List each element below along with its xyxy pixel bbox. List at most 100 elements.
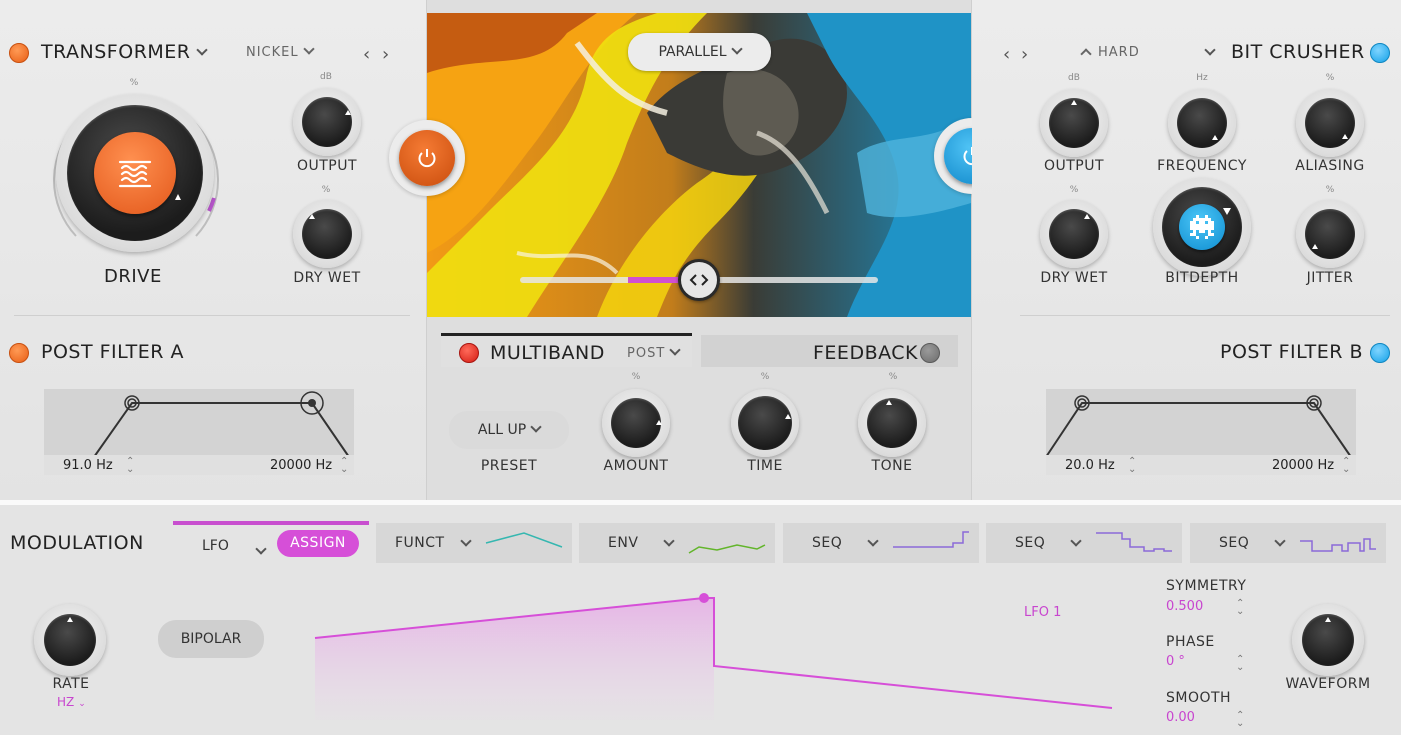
- tab-seq-2[interactable]: SEQ: [986, 523, 1182, 563]
- phase-label: PHASE: [1166, 634, 1215, 650]
- seq-preview-icon: [1096, 532, 1172, 552]
- preset-label: PRESET: [480, 458, 538, 474]
- transformer-preset-dropdown[interactable]: NICKEL: [246, 43, 315, 60]
- lfo-breakpoint-handle[interactable]: [699, 593, 709, 603]
- bitcrusher-next-arrow[interactable]: ›: [1021, 44, 1028, 65]
- multiband-led[interactable]: [459, 343, 479, 363]
- post-filter-a-low-freq[interactable]: 91.0 Hz: [63, 458, 113, 473]
- routing-dropdown[interactable]: PARALLEL: [628, 33, 771, 71]
- transformer-prev-arrow[interactable]: ‹: [363, 44, 370, 65]
- tab-seq-3-label: SEQ: [1219, 535, 1250, 551]
- bitcrusher-output-knob[interactable]: [1040, 89, 1108, 157]
- jitter-knob[interactable]: [1296, 200, 1364, 268]
- bitdepth-knob[interactable]: [1153, 178, 1251, 276]
- chevron-down-icon: ⌄: [78, 699, 86, 709]
- chevron-down-icon: [460, 535, 472, 547]
- post-filter-b-led[interactable]: [1370, 343, 1390, 363]
- lfo-name: LFO 1: [1024, 605, 1062, 620]
- aliasing-unit: %: [1325, 73, 1335, 83]
- post-filter-a-high-stepper[interactable]: ⌃ ⌄: [340, 457, 348, 475]
- post-filter-a-low-stepper[interactable]: ⌃ ⌄: [126, 457, 134, 475]
- bitcrusher-type-dropdown[interactable]: [1200, 42, 1216, 61]
- power-icon: [418, 149, 436, 168]
- left-power-button[interactable]: [399, 130, 455, 186]
- transformer-output-knob[interactable]: [293, 88, 361, 156]
- symmetry-value[interactable]: 0.500: [1166, 599, 1203, 614]
- post-filter-a-led[interactable]: [9, 343, 29, 363]
- symmetry-stepper[interactable]: ⌃ ⌄: [1236, 599, 1244, 617]
- waveform-knob[interactable]: [1292, 604, 1364, 676]
- output-unit: dB: [320, 72, 332, 82]
- crossfade-slider-handle[interactable]: [678, 259, 720, 301]
- transformer-next-arrow[interactable]: ›: [382, 44, 389, 65]
- tab-lfo-label: LFO: [202, 538, 229, 554]
- feedback-led[interactable]: [920, 343, 940, 363]
- chevron-up-icon: [1080, 48, 1092, 60]
- multiband-title: MULTIBAND: [490, 342, 605, 364]
- post-filter-a-high-freq[interactable]: 20000 Hz: [270, 458, 332, 473]
- smooth-stepper[interactable]: ⌃ ⌄: [1236, 711, 1244, 729]
- assign-button[interactable]: ASSIGN: [277, 530, 359, 557]
- transformer-coil-icon: [118, 160, 152, 188]
- phase-stepper[interactable]: ⌃ ⌄: [1236, 655, 1244, 673]
- chevron-down-icon: [669, 344, 681, 356]
- phase-value[interactable]: 0 °: [1166, 654, 1185, 669]
- chevron-down-icon: [730, 43, 743, 55]
- multiband-position-dropdown[interactable]: POST: [627, 344, 681, 361]
- transformer-drywet-knob[interactable]: [293, 200, 361, 268]
- rate-unit-dropdown[interactable]: HZ ⌄: [57, 695, 86, 709]
- transformer-type-dropdown[interactable]: [192, 42, 208, 61]
- bipolar-button[interactable]: BIPOLAR: [158, 620, 264, 658]
- chevron-down-icon: [1274, 535, 1286, 547]
- jitter-unit: %: [1325, 185, 1335, 195]
- tab-seq-1[interactable]: SEQ: [783, 523, 979, 563]
- bitcrusher-mode-dropdown[interactable]: HARD: [1080, 45, 1140, 60]
- bc-output-unit: dB: [1068, 73, 1080, 83]
- bitcrusher-power-led[interactable]: [1370, 43, 1390, 63]
- bc-drywet-unit: %: [1069, 185, 1079, 195]
- left-divider: [14, 315, 410, 316]
- tab-seq-3[interactable]: SEQ: [1190, 523, 1386, 563]
- drywet-unit: %: [321, 185, 331, 195]
- left-right-arrows-icon: [689, 274, 709, 286]
- tab-env-label: ENV: [608, 535, 639, 551]
- amount-knob[interactable]: [602, 389, 670, 457]
- rate-label: RATE: [52, 676, 90, 692]
- amount-unit: %: [631, 372, 641, 382]
- post-filter-b-low-stepper[interactable]: ⌃ ⌄: [1128, 457, 1136, 475]
- time-knob[interactable]: [731, 389, 799, 457]
- seq-preview-icon: [893, 531, 969, 548]
- bitcrusher-drywet-label: DRY WET: [1040, 270, 1108, 286]
- preset-dropdown[interactable]: ALL UP: [449, 411, 569, 449]
- chevron-down-icon: [1070, 535, 1082, 547]
- tone-unit: %: [888, 372, 898, 382]
- post-filter-b-title: POST FILTER B: [1220, 341, 1364, 363]
- bitcrusher-mode-label: HARD: [1098, 45, 1140, 60]
- post-filter-b-low-freq[interactable]: 20.0 Hz: [1065, 458, 1115, 473]
- drive-unit: %: [129, 78, 139, 88]
- chevron-down-icon: [255, 543, 267, 555]
- post-filter-b-high-freq[interactable]: 20000 Hz: [1272, 458, 1334, 473]
- transformer-power-led[interactable]: [9, 43, 29, 63]
- tab-env[interactable]: ENV: [579, 523, 775, 563]
- post-filter-a-title: POST FILTER A: [41, 341, 184, 363]
- rate-knob[interactable]: [34, 604, 106, 676]
- seq-preview-icon: [1300, 538, 1376, 552]
- time-unit: %: [760, 372, 770, 382]
- env-preview-icon: [688, 544, 766, 554]
- lfo-waveform-display[interactable]: [310, 590, 1120, 720]
- post-filter-b-high-stepper[interactable]: ⌃ ⌄: [1342, 457, 1350, 475]
- transformer-output-label: OUTPUT: [296, 158, 358, 174]
- bitcrusher-prev-arrow[interactable]: ‹: [1003, 44, 1010, 65]
- aliasing-knob[interactable]: [1296, 89, 1364, 157]
- frequency-knob[interactable]: [1168, 89, 1236, 157]
- symmetry-label: SYMMETRY: [1166, 578, 1247, 594]
- waveform-label: WAVEFORM: [1285, 676, 1371, 692]
- bitcrusher-drywet-knob[interactable]: [1040, 200, 1108, 268]
- drive-knob[interactable]: [56, 94, 214, 252]
- tone-knob[interactable]: [858, 389, 926, 457]
- smooth-value[interactable]: 0.00: [1166, 710, 1195, 725]
- multiband-position-label: POST: [627, 346, 666, 361]
- tab-funct[interactable]: FUNCT: [376, 523, 572, 563]
- transformer-preset-label: NICKEL: [246, 45, 299, 60]
